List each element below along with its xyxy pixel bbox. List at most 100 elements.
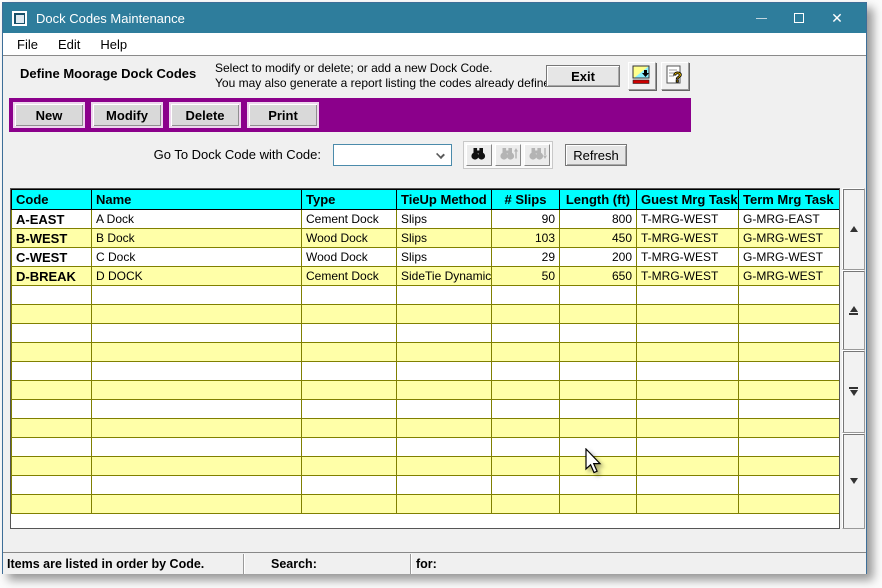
cell: [12, 495, 92, 514]
cell: [92, 457, 302, 476]
menu-edit[interactable]: Edit: [48, 37, 90, 52]
cell: [637, 457, 739, 476]
cell: [92, 476, 302, 495]
cell: [302, 305, 397, 324]
table-row-empty[interactable]: [12, 438, 840, 457]
menu-help[interactable]: Help: [90, 37, 137, 52]
toolbar-new-button[interactable]: New: [13, 102, 85, 128]
table-header-row: CodeNameTypeTieUp Method# SlipsLength (f…: [12, 190, 840, 210]
column-header--slips[interactable]: # Slips: [492, 190, 560, 210]
column-header-code[interactable]: Code: [12, 190, 92, 210]
bar-icon: [849, 313, 858, 315]
cell: [12, 324, 92, 343]
cell: [302, 438, 397, 457]
cell: [12, 438, 92, 457]
cell: [637, 381, 739, 400]
instructions: Select to modify or delete; or add a new…: [215, 61, 560, 91]
cell: 650: [560, 267, 637, 286]
cell: D DOCK: [92, 267, 302, 286]
page-down-button[interactable]: [842, 350, 865, 433]
column-header-name[interactable]: Name: [92, 190, 302, 210]
cell: [637, 438, 739, 457]
cell: [12, 362, 92, 381]
table-row-empty[interactable]: [12, 419, 840, 438]
title-bar[interactable]: Dock Codes Maintenance ✕: [3, 3, 866, 33]
status-divider: [410, 554, 412, 574]
dock-code-combobox[interactable]: [333, 144, 452, 166]
svg-text:?: ?: [673, 69, 682, 86]
cell: 90: [492, 210, 560, 229]
cell: A Dock: [92, 210, 302, 229]
cell: [12, 286, 92, 305]
cell: [302, 419, 397, 438]
cell: D-BREAK: [12, 267, 92, 286]
table-row-empty[interactable]: [12, 305, 840, 324]
instruction-line-2: You may also generate a report listing t…: [215, 76, 560, 91]
help-button[interactable]: ?: [661, 62, 689, 90]
cell: 800: [560, 210, 637, 229]
page-up-button[interactable]: [842, 270, 865, 350]
minimize-button[interactable]: [742, 3, 780, 33]
column-header-term-mrg-task[interactable]: Term Mrg Task: [739, 190, 840, 210]
cell: [637, 476, 739, 495]
cell: A-EAST: [12, 210, 92, 229]
cell: [397, 362, 492, 381]
cell: G-MRG-WEST: [739, 248, 840, 267]
column-header-type[interactable]: Type: [302, 190, 397, 210]
table-row[interactable]: C-WESTC DockWood DockSlips29200T-MRG-WES…: [12, 248, 840, 267]
table-row-empty[interactable]: [12, 286, 840, 305]
column-header-tieup-method[interactable]: TieUp Method: [397, 190, 492, 210]
table-row-empty[interactable]: [12, 457, 840, 476]
table-row-empty[interactable]: [12, 343, 840, 362]
scroll-down-button[interactable]: [842, 433, 865, 529]
cell: 29: [492, 248, 560, 267]
cell: [560, 400, 637, 419]
status-for-label: for:: [416, 557, 437, 571]
find-previous-button[interactable]: [495, 144, 521, 166]
dock-codes-maintenance-window: Dock Codes Maintenance ✕ FileEditHelp De…: [2, 2, 867, 574]
refresh-button[interactable]: Refresh: [565, 144, 627, 166]
column-header-length-ft-[interactable]: Length (ft): [560, 190, 637, 210]
column-header-guest-mrg-task[interactable]: Guest Mrg Task: [637, 190, 739, 210]
table-row-empty[interactable]: [12, 324, 840, 343]
cell: [739, 495, 840, 514]
cell: [637, 305, 739, 324]
cell: [560, 324, 637, 343]
cell: Slips: [397, 210, 492, 229]
print-report-button[interactable]: [628, 62, 656, 90]
table-row-empty[interactable]: [12, 495, 840, 514]
chevron-down-icon[interactable]: [436, 150, 445, 159]
scroll-up-button[interactable]: [842, 188, 865, 270]
table-row-empty[interactable]: [12, 476, 840, 495]
cell: [739, 362, 840, 381]
table-row-empty[interactable]: [12, 400, 840, 419]
menu-file[interactable]: File: [7, 37, 48, 52]
find-button[interactable]: [466, 144, 492, 166]
cell: [492, 324, 560, 343]
toolbar-modify-button[interactable]: Modify: [91, 102, 163, 128]
close-button[interactable]: ✕: [818, 3, 856, 33]
exit-button[interactable]: Exit: [546, 65, 620, 87]
table-row[interactable]: A-EASTA DockCement DockSlips90800T-MRG-W…: [12, 210, 840, 229]
header-section: Define Moorage Dock Codes Select to modi…: [3, 57, 866, 98]
table-row[interactable]: D-BREAKD DOCKCement DockSideTie Dynamic5…: [12, 267, 840, 286]
table-row[interactable]: B-WESTB DockWood DockSlips103450T-MRG-WE…: [12, 229, 840, 248]
cell: [12, 305, 92, 324]
table-row-empty[interactable]: [12, 362, 840, 381]
table-row-empty[interactable]: [12, 381, 840, 400]
cell: [92, 381, 302, 400]
window-controls: ✕: [742, 3, 856, 33]
toolbar-delete-button[interactable]: Delete: [169, 102, 241, 128]
find-next-button[interactable]: [524, 144, 550, 166]
cell: [12, 476, 92, 495]
toolbar-print-button[interactable]: Print: [247, 102, 319, 128]
cell: 103: [492, 229, 560, 248]
cell: [397, 381, 492, 400]
cell: [739, 419, 840, 438]
cell: T-MRG-WEST: [637, 248, 739, 267]
maximize-button[interactable]: [780, 3, 818, 33]
maximize-icon: [794, 13, 804, 23]
cell: C-WEST: [12, 248, 92, 267]
cell: B-WEST: [12, 229, 92, 248]
cell: [92, 286, 302, 305]
